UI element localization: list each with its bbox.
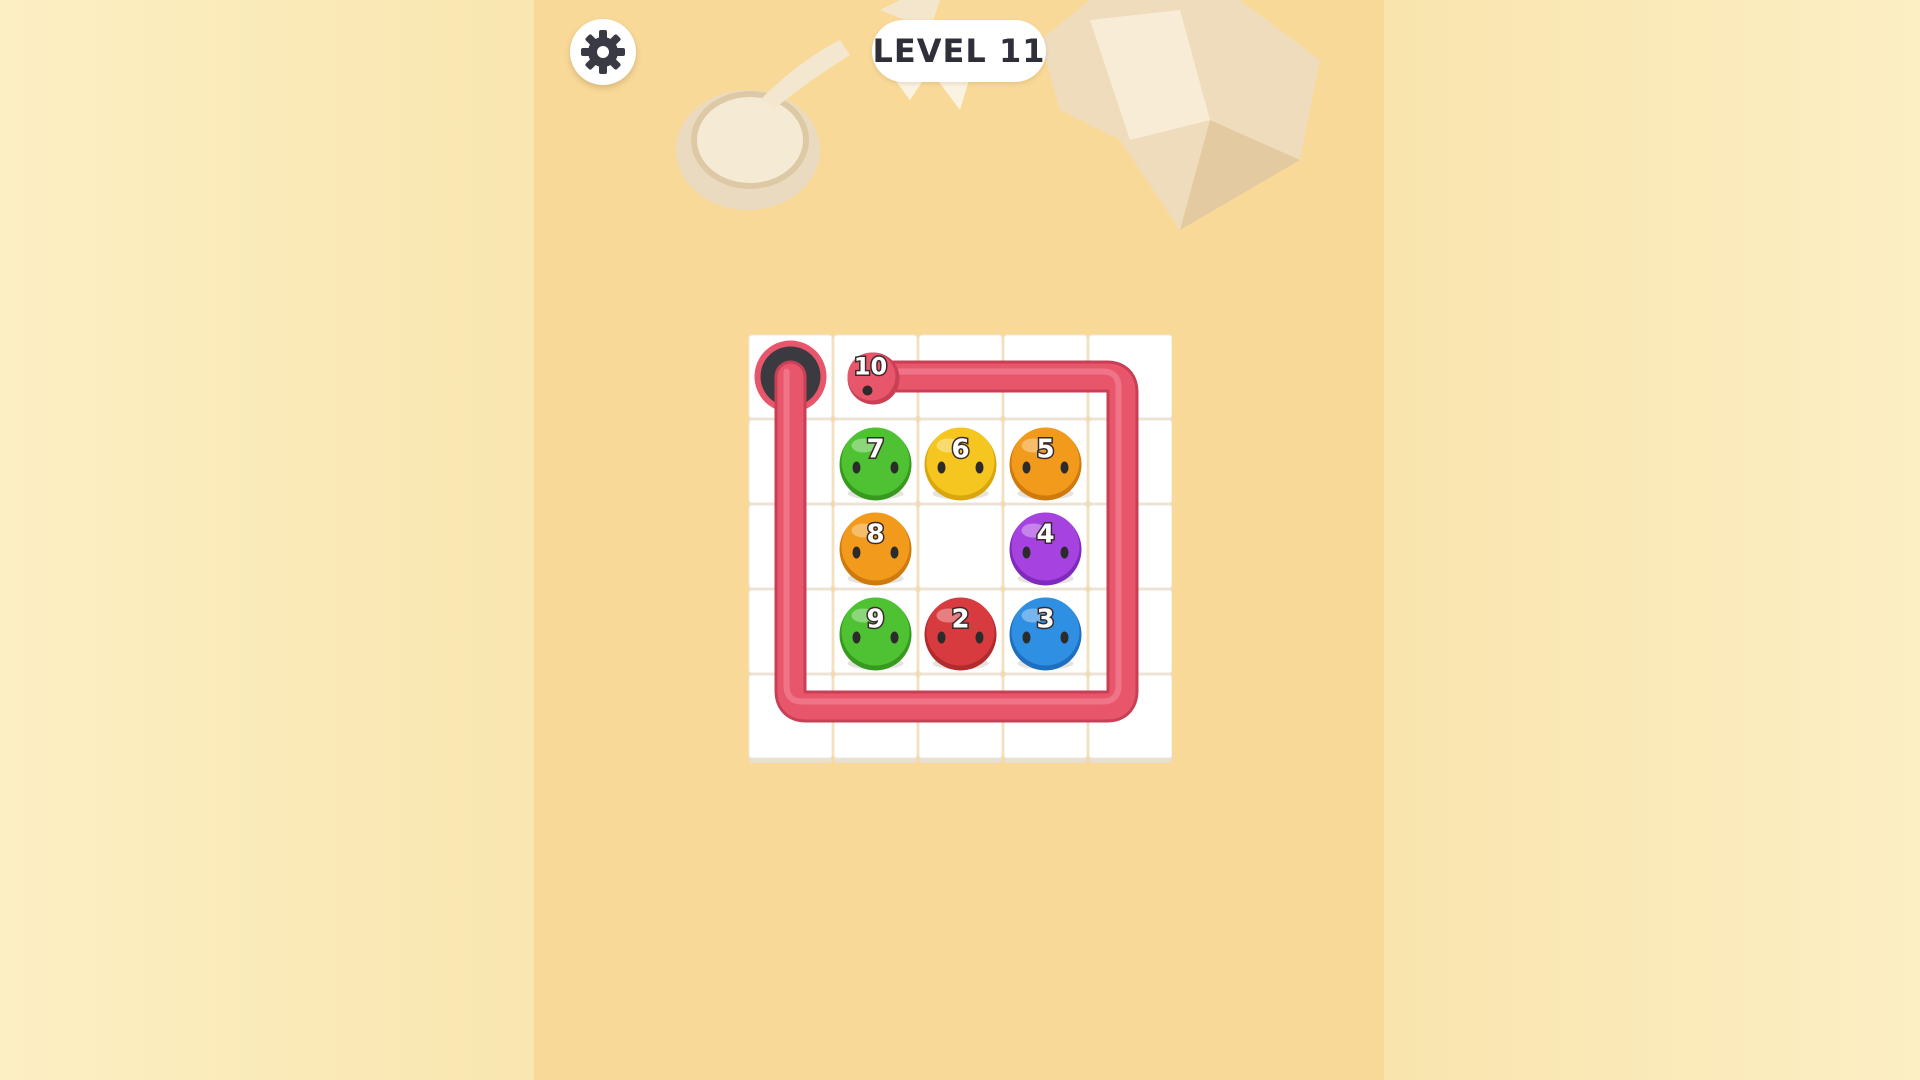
ball-eye	[1060, 461, 1069, 474]
ball-number-label: 5	[1036, 435, 1054, 465]
ball-eye	[852, 461, 861, 474]
ball-number-label: 7	[866, 435, 884, 465]
ball-number-label: 9	[866, 605, 884, 635]
ball-eye	[890, 461, 899, 474]
ball-number-label: 8	[866, 520, 884, 550]
ball-eye	[937, 461, 946, 474]
game-board: 10 7 6 5 8 4 9 2 3	[748, 334, 1172, 763]
level-indicator: LEVEL 11	[872, 20, 1046, 82]
snake-number-label: 10	[854, 353, 887, 381]
ball-eye	[852, 546, 861, 559]
ball-eye	[890, 631, 899, 644]
level-label: LEVEL 11	[872, 32, 1046, 70]
ball-eye	[1022, 461, 1031, 474]
ball-eye	[1060, 631, 1069, 644]
ball-number-label: 2	[951, 605, 969, 635]
ball-eye	[1022, 546, 1031, 559]
paper-rock-decoration	[1040, 0, 1320, 230]
board-tile[interactable]	[918, 504, 1003, 593]
ball-number-label: 4	[1036, 520, 1054, 550]
settings-button[interactable]	[570, 19, 636, 85]
ball-eye	[1022, 631, 1031, 644]
ball-eye	[975, 461, 984, 474]
game-screen: LEVEL 11 10 7 6 5 8 4 9 2 3	[0, 0, 1920, 1080]
snake-head[interactable]: 10	[847, 351, 900, 405]
ball-eye	[890, 546, 899, 559]
ball-eye	[975, 631, 984, 644]
ball-number-label: 3	[1036, 605, 1054, 635]
ball-eye	[1060, 546, 1069, 559]
gear-icon	[581, 30, 625, 74]
paper-bowl-decoration	[676, 40, 850, 210]
ball-number-label: 6	[951, 435, 969, 465]
ball-eye	[937, 631, 946, 644]
snake-eye	[862, 385, 873, 396]
ball-eye	[852, 631, 861, 644]
